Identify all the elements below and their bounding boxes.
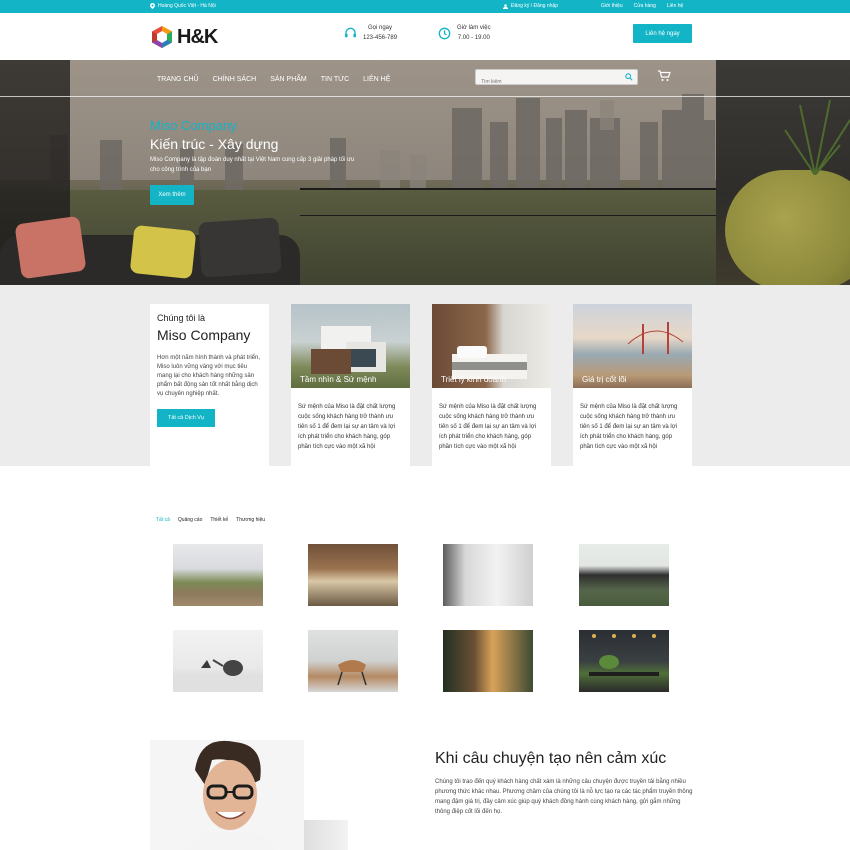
phone-number: 123-456-789 [363, 35, 398, 41]
dining-room-image [589, 634, 659, 676]
top-link-contact[interactable]: Liên hệ [667, 3, 683, 9]
feature-text: Sứ mệnh của Miso là đặt chất lượng cuộc … [580, 404, 678, 450]
feature-text: Sứ mệnh của Miso là đặt chất lượng cuộc … [298, 404, 396, 450]
story-title: Khi câu chuyện tạo nên cảm xúc [435, 750, 667, 767]
tab-all[interactable]: Tất cả [156, 517, 170, 523]
hours-label: Giờ làm việc [457, 25, 491, 31]
gallery-image-modern-house[interactable] [579, 544, 669, 606]
nav-divider [0, 96, 850, 97]
feature-card-values[interactable]: Giá trị cốt lõi Sứ mệnh của Miso là đặt … [573, 304, 692, 476]
headset-icon [344, 27, 357, 37]
tab-design[interactable]: Thiết kế [210, 517, 228, 523]
phone-label: Gọi ngay [368, 25, 393, 31]
hero-brand: Miso Company [150, 118, 237, 133]
kettle-image [173, 659, 263, 692]
balcony-railing [300, 215, 716, 216]
tab-advertising[interactable]: Quảng cáo [178, 517, 202, 523]
auth-link[interactable]: Đăng ký / Đăng nhập [511, 3, 558, 9]
story-photo-man [150, 740, 304, 850]
auth-links[interactable]: Đăng ký / Đăng nhập [503, 3, 558, 9]
about-section: Chúng tôi là Miso Company Hơn một năm hì… [0, 285, 850, 476]
hero-description: Miso Company là tập đoàn duy nhất tại Vi… [150, 157, 355, 173]
intro-card: Chúng tôi là Miso Company Hơn một năm hì… [150, 304, 269, 474]
location-pin-icon [150, 3, 155, 9]
top-bar: Hoàng Quốc Việt - Hà Nội Đăng ký / Đăng … [0, 0, 850, 13]
plant-image [784, 99, 850, 175]
feature-caption: Giá trị cốt lõi [582, 375, 627, 384]
gallery-image-castle[interactable] [173, 544, 263, 606]
hours-value: 7.00 - 19.00 [457, 35, 490, 41]
feature-image-sea: Giá trị cốt lõi [573, 304, 692, 388]
gallery-image-chair[interactable] [308, 630, 398, 692]
nav-item-products[interactable]: SẢN PHẨM [270, 76, 307, 83]
nav-item-contact[interactable]: LIÊN HỆ [363, 76, 390, 83]
clock-icon [438, 27, 451, 39]
hero-text: Miso Company Kiến trúc - Xây dựng Miso C… [150, 118, 360, 205]
story-text: Chúng tôi trao đến quý khách hàng chất x… [435, 779, 693, 815]
pillow-image [14, 215, 87, 280]
feature-card-vision[interactable]: Tầm nhìn & Sứ mệnh Sứ mệnh của Miso là đ… [291, 304, 410, 476]
logo-text: H&K [177, 25, 218, 48]
feature-caption: Tầm nhìn & Sứ mệnh [300, 375, 377, 384]
hours-contact: Giờ làm việc 7.00 - 19.00 [438, 23, 491, 43]
feature-image-bedroom: Triết lý kinh doanh [432, 304, 551, 388]
feature-caption: Triết lý kinh doanh [441, 375, 507, 384]
cart-icon[interactable] [657, 70, 671, 82]
feature-text: Sứ mệnh của Miso là đặt chất lượng cuộc … [439, 404, 537, 450]
nav-item-home[interactable]: TRANG CHỦ [157, 76, 199, 83]
main-nav: TRANG CHỦ CHÍNH SÁCH SẢN PHẨM TIN TỨC LI… [157, 76, 390, 83]
contact-now-button[interactable]: Liên hệ ngay [633, 24, 692, 43]
phone-contact[interactable]: Gọi ngay 123-456-789 [344, 23, 397, 43]
logo[interactable]: H&K [150, 25, 218, 49]
chair-image [337, 660, 367, 686]
gallery-image-kettle[interactable] [173, 630, 263, 692]
address: Hoàng Quốc Việt - Hà Nội [150, 3, 216, 9]
feature-card-philosophy[interactable]: Triết lý kinh doanh Sứ mệnh của Miso là … [432, 304, 551, 476]
logo-hexagon-icon [152, 26, 172, 48]
top-links: Giới thiệu Cửa hàng Liên hệ [601, 3, 683, 9]
hero-title: Kiến trúc - Xây dựng [150, 136, 279, 152]
knitted-pouf-image [725, 170, 850, 285]
gallery-image-facade[interactable] [443, 630, 533, 692]
pillow-image [129, 224, 197, 280]
nav-item-news[interactable]: TIN TỨC [321, 76, 349, 83]
top-link-store[interactable]: Cửa hàng [634, 3, 656, 9]
search-box [475, 69, 638, 89]
intro-pretitle: Chúng tôi là [157, 313, 206, 323]
see-more-button[interactable]: Xem thêm [150, 185, 194, 205]
hero-banner: TRANG CHỦ CHÍNH SÁCH SẢN PHẨM TIN TỨC LI… [0, 60, 850, 285]
intro-company-name: Miso Company [157, 327, 251, 343]
gallery-image-gallery-hall[interactable] [443, 544, 533, 606]
search-icon[interactable] [625, 73, 633, 81]
gallery-image-patio[interactable] [308, 544, 398, 606]
intro-text: Hơn một năm hình thành và phát triển, Mi… [157, 355, 260, 397]
story-photo-room [304, 820, 348, 850]
search-input[interactable] [476, 75, 616, 89]
gallery-image-dining[interactable] [579, 630, 669, 692]
top-link-about[interactable]: Giới thiệu [601, 3, 623, 9]
address-text: Hoàng Quốc Việt - Hà Nội [158, 3, 216, 9]
feature-image-house: Tầm nhìn & Sứ mệnh [291, 304, 410, 388]
tab-branding[interactable]: Thương hiệu [236, 517, 265, 523]
smiling-man-image [185, 740, 275, 850]
gallery-tabs: Tất cả Quảng cáo Thiết kế Thương hiệu [156, 517, 265, 523]
nav-item-policy[interactable]: CHÍNH SÁCH [213, 76, 257, 83]
header: H&K Gọi ngay 123-456-789 Giờ làm việc 7.… [0, 13, 850, 60]
balcony-railing [300, 188, 716, 190]
all-services-button[interactable]: Tất cả Dịch Vụ [157, 409, 215, 427]
pillow-image [198, 217, 282, 278]
user-icon [503, 3, 508, 9]
